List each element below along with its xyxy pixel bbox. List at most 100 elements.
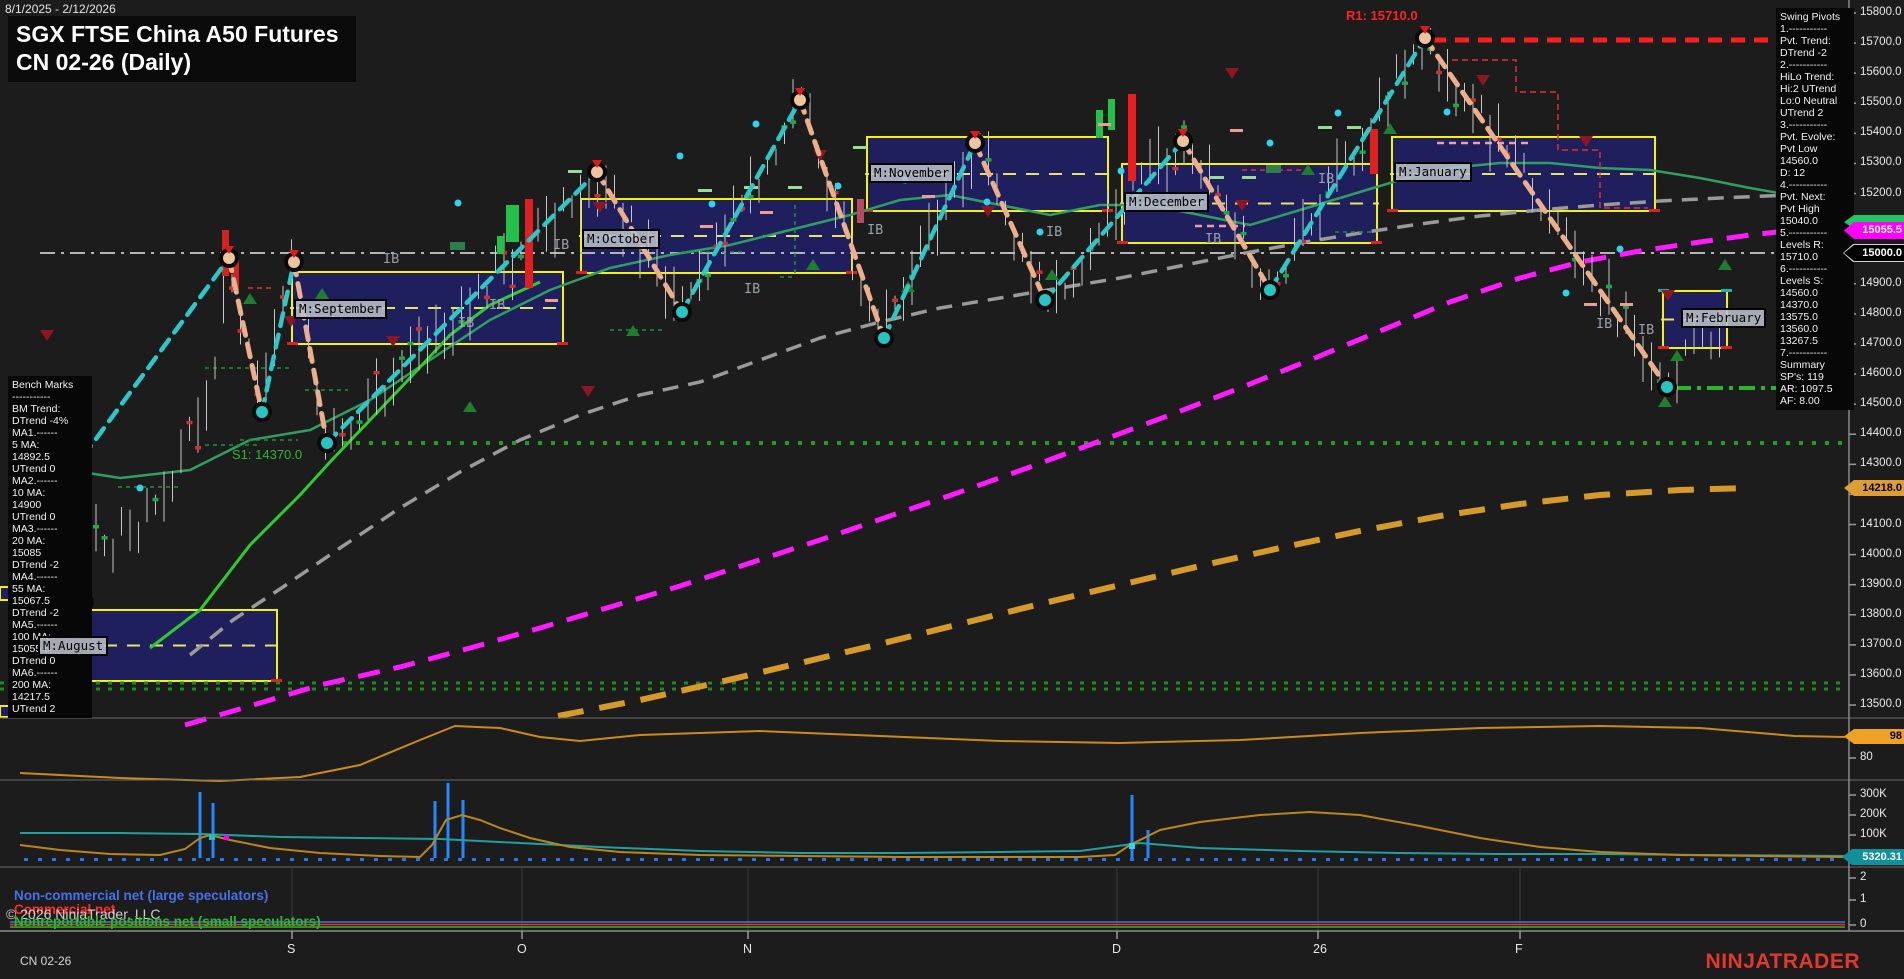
price-tick-label: 15500.0 xyxy=(1860,96,1902,108)
swing-pivots-line: 2.----------- xyxy=(1780,59,1850,71)
bench-marks-line: DTrend 0 xyxy=(12,655,88,667)
swing-pivots-line: 13267.5 xyxy=(1780,335,1850,347)
ib-label: IB xyxy=(383,251,399,267)
panel-tick-label: 200K xyxy=(1860,808,1887,820)
swing-pivots-line: Levels S: xyxy=(1780,275,1850,287)
bench-marks-line: UTrend 0 xyxy=(12,511,88,523)
panel-tick-label: 1 xyxy=(1860,893,1866,905)
swing-pivots-line: 15710.0 xyxy=(1780,251,1850,263)
price-tick-label: 14800.0 xyxy=(1860,307,1902,319)
ib-label: IB xyxy=(1046,224,1062,240)
bench-marks-line: 200 MA: xyxy=(12,679,88,691)
bench-marks-line: DTrend -4% xyxy=(12,415,88,427)
price-marker-ma200: 14218.0 xyxy=(1844,480,1904,496)
price-tick-label: 14700.0 xyxy=(1860,337,1902,349)
x-axis-label-D: D xyxy=(1112,942,1121,956)
instrument-label: CN 02-26 xyxy=(20,954,71,968)
bench-marks-line: BM Trend: xyxy=(12,403,88,415)
swing-pivots-line: Summary xyxy=(1780,359,1850,371)
bench-marks-line: DTrend -2 xyxy=(12,559,88,571)
month-box-label-november[interactable]: M:November xyxy=(869,163,954,183)
x-axis-label-S: S xyxy=(287,942,295,956)
bench-marks-line: 55 MA: xyxy=(12,583,88,595)
month-box-label-january[interactable]: M:January xyxy=(1394,162,1472,182)
price-tick-label: 14600.0 xyxy=(1860,367,1902,379)
swing-pivots-line: D: 12 xyxy=(1780,167,1850,179)
bench-marks-line: MA2.------ xyxy=(12,475,88,487)
swing-pivots-line: 14560.0 xyxy=(1780,287,1850,299)
price-tick-label: 14100.0 xyxy=(1860,518,1902,530)
ib-label: IB xyxy=(553,237,569,253)
month-box-label-august[interactable]: M:August xyxy=(38,636,108,656)
swing-pivots-line: AR: 1097.5 xyxy=(1780,383,1850,395)
price-tick-label: 13700.0 xyxy=(1860,638,1902,650)
ib-label: IB xyxy=(1205,231,1221,247)
swing-pivots-line: 13560.0 xyxy=(1780,323,1850,335)
swing-pivots-line: Lo:0 Neutral xyxy=(1780,95,1850,107)
x-axis-label-O: O xyxy=(517,942,527,956)
price-tick-label: 13800.0 xyxy=(1860,608,1902,620)
bench-marks-line: 14217.5 xyxy=(12,691,88,703)
bench-marks-line: 10 MA: xyxy=(12,487,88,499)
price-tick-label: 13900.0 xyxy=(1860,578,1902,590)
s1-level-label: S1: 14370.0 xyxy=(232,447,302,462)
swing-pivots-line: 13575.0 xyxy=(1780,311,1850,323)
price-tick-label: 14400.0 xyxy=(1860,427,1902,439)
panel-tick-label: 100K xyxy=(1860,828,1887,840)
ib-label: IB xyxy=(1596,316,1612,332)
month-box-label-october[interactable]: M:October xyxy=(582,229,660,249)
swing-pivots-line: HiLo Trend: xyxy=(1780,71,1850,83)
price-tick-label: 14300.0 xyxy=(1860,457,1902,469)
swing-pivots-line: Pvt. Evolve: xyxy=(1780,131,1850,143)
bench-marks-line: ----------- xyxy=(12,391,88,403)
swing-pivots-line: Pvt High xyxy=(1780,203,1850,215)
ib-label: IB xyxy=(867,222,883,238)
cot-legend-nonreportable: Nonreportable positions net (small specu… xyxy=(14,914,321,929)
ib-label: IB xyxy=(1638,322,1654,338)
bench-marks-line: Bench Marks xyxy=(12,379,88,391)
bench-marks-line: 15085 xyxy=(12,547,88,559)
price-tick-label: 15700.0 xyxy=(1860,36,1902,48)
bench-marks-line: DTrend -2 xyxy=(12,607,88,619)
x-axis-label-F: F xyxy=(1515,942,1523,956)
chart-title-line1: SGX FTSE China A50 Futures xyxy=(16,20,346,48)
ib-label: IB xyxy=(1318,171,1334,187)
swing-pivots-line: DTrend -2 xyxy=(1780,47,1850,59)
x-axis-label-26: 26 xyxy=(1313,942,1327,956)
ninjatrader-chart-window: 8/1/2025 - 2/12/2026 SGX FTSE China A50 … xyxy=(0,0,1904,979)
bench-marks-line: MA3.------ xyxy=(12,523,88,535)
month-box-label-september[interactable]: M:September xyxy=(294,299,387,319)
chart-canvas[interactable] xyxy=(0,0,1904,979)
swing-pivots-line: 14560.0 xyxy=(1780,155,1850,167)
swing-pivots-line: 14370.0 xyxy=(1780,299,1850,311)
ninjatrader-logo: NINJATRADER xyxy=(1706,950,1860,974)
panel-tick-label: 80 xyxy=(1860,751,1873,763)
oscillator-marker: 98 xyxy=(1844,729,1904,744)
swing-pivots-line: Pvt. Trend: xyxy=(1780,35,1850,47)
month-box-label-december[interactable]: M:December xyxy=(1124,192,1209,212)
bench-marks-panel: Bench Marks-----------BM Trend:DTrend -4… xyxy=(8,376,92,718)
x-axis-label-N: N xyxy=(743,942,752,956)
ib-label: IB xyxy=(744,281,760,297)
price-tick-label: 15300.0 xyxy=(1860,156,1902,168)
panel-tick-label: 300K xyxy=(1860,788,1887,800)
volume-marker: 5320.31 xyxy=(1842,849,1904,865)
month-box-label-february[interactable]: M:February xyxy=(1681,308,1766,328)
price-marker-last: 15000.0 xyxy=(1844,245,1904,261)
bench-marks-line: 20 MA: xyxy=(12,535,88,547)
swing-pivots-line: Pvt. Next: xyxy=(1780,191,1850,203)
swing-pivots-panel: Swing Pivots1.-----------Pvt. Trend:DTre… xyxy=(1776,8,1854,410)
panel-tick-label: 0 xyxy=(1860,918,1866,930)
swing-pivots-line: 5.----------- xyxy=(1780,227,1850,239)
price-tick-label: 15600.0 xyxy=(1860,66,1902,78)
ib-label: IB xyxy=(458,315,474,331)
swing-pivots-line: Pvt Low xyxy=(1780,143,1850,155)
date-range: 8/1/2025 - 2/12/2026 xyxy=(5,2,116,16)
bench-marks-line: MA4.------ xyxy=(12,571,88,583)
bench-marks-line: MA1.------ xyxy=(12,427,88,439)
swing-pivots-line: Hi:2 UTrend xyxy=(1780,83,1850,95)
r1-level-label: R1: 15710.0 xyxy=(1346,8,1418,23)
bench-marks-line: 14892.5 xyxy=(12,451,88,463)
swing-pivots-line: 4.----------- xyxy=(1780,179,1850,191)
price-tick-label: 15400.0 xyxy=(1860,126,1902,138)
